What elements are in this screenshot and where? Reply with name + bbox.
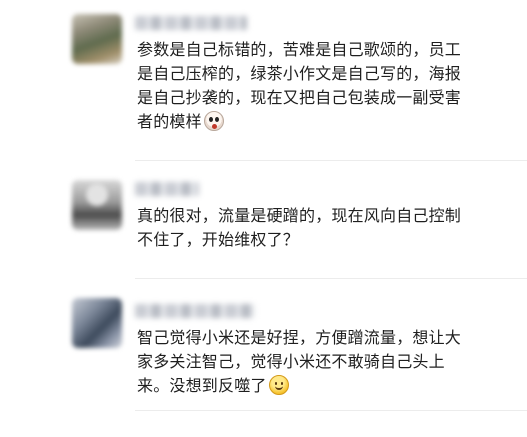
comment-text-line: 智己觉得小米还是好捏，方便蹭流量，想让大 (137, 328, 462, 347)
comment-text-line: 不住了，开始维权了？ (137, 230, 300, 249)
avatar[interactable] (72, 14, 122, 64)
divider (135, 278, 527, 279)
comment-text: 智己觉得小米还是好捏，方便蹭流量，想让大 家多关注智己，觉得小米还不敢骑自己头上… (137, 326, 507, 398)
comment-text-line: 者的模样 (137, 112, 202, 131)
divider (135, 160, 527, 161)
avatar[interactable] (72, 298, 122, 348)
comment-text-line: 是自己压榨的，绿茶小作文是自己写的，海报 (137, 64, 462, 83)
username[interactable] (135, 182, 199, 196)
comment-text-line: 参数是自己标错的，苦难是自己歌颂的，员工 (137, 40, 462, 59)
comment-text-line: 家多关注智己，觉得小米还不敢骑自己头上 (137, 352, 445, 371)
divider (135, 410, 527, 411)
smile-face-icon (268, 375, 289, 395)
comment-text-line: 是自己抄袭的，现在又把自己包装成一副受害 (137, 88, 462, 107)
scared-face-icon (203, 111, 224, 131)
comment-text-line: 真的很对，流量是硬蹭的，现在风向自己控制 (137, 206, 462, 225)
username[interactable] (135, 304, 255, 318)
username[interactable] (135, 16, 247, 30)
comment-text-line: 来。没想到反噬了 (137, 376, 267, 395)
comment-text: 参数是自己标错的，苦难是自己歌颂的，员工 是自己压榨的，绿茶小作文是自己写的，海… (137, 38, 507, 134)
comment-text: 真的很对，流量是硬蹭的，现在风向自己控制 不住了，开始维权了？ (137, 204, 507, 252)
avatar[interactable] (72, 180, 122, 230)
